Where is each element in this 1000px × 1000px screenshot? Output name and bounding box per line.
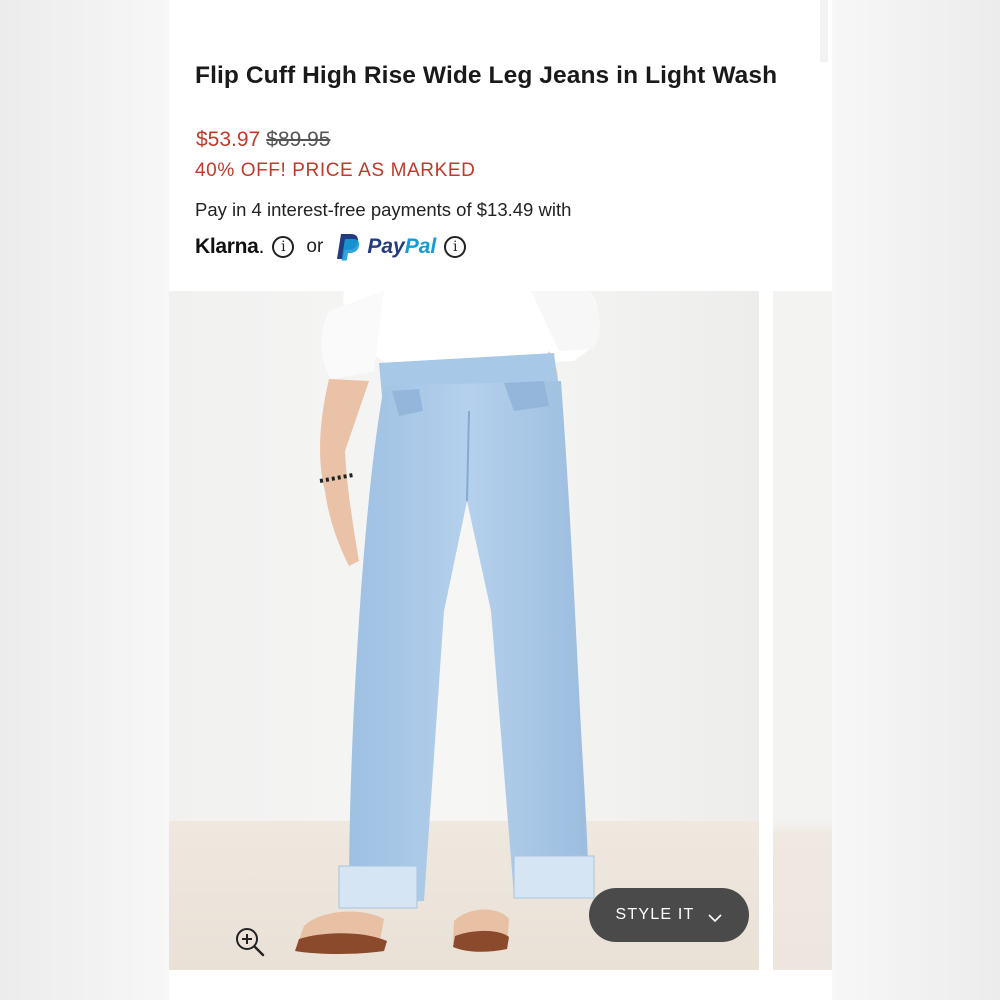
price-row: $53.97 $89.95 bbox=[196, 128, 330, 152]
sale-price: $53.97 bbox=[196, 128, 261, 151]
installments-text: Pay in 4 interest-free payments of $13.4… bbox=[195, 199, 572, 220]
chevron-down-icon bbox=[708, 910, 723, 923]
background-left bbox=[0, 0, 169, 1000]
background-right bbox=[832, 0, 1000, 1000]
or-text: or bbox=[306, 236, 324, 257]
product-image[interactable] bbox=[169, 291, 759, 970]
promo-text: 40% OFF! PRICE AS MARKED bbox=[195, 160, 476, 181]
scrollbar[interactable] bbox=[820, 0, 828, 62]
product-photo bbox=[169, 291, 759, 970]
info-icon[interactable]: i bbox=[444, 236, 467, 258]
info-icon-glyph: i bbox=[452, 239, 458, 255]
payment-options: Klarna. i or PayPal i bbox=[195, 231, 467, 263]
product-title: Flip Cuff High Rise Wide Leg Jeans in Li… bbox=[195, 62, 778, 89]
info-icon[interactable]: i bbox=[272, 236, 295, 258]
zoom-in-icon[interactable] bbox=[234, 926, 266, 958]
klarna-logo-dot: . bbox=[258, 235, 265, 258]
klarna-logo[interactable]: Klarna bbox=[195, 235, 259, 259]
paypal-icon bbox=[335, 233, 361, 261]
paypal-logo[interactable]: PayPal bbox=[367, 235, 436, 259]
info-icon-glyph: i bbox=[281, 239, 286, 255]
original-price: $89.95 bbox=[266, 128, 331, 151]
style-it-label: STYLE IT bbox=[615, 906, 695, 923]
paypal-logo-pay: Pay bbox=[367, 235, 405, 258]
paypal-logo-pal: Pal bbox=[404, 235, 437, 258]
next-image-peek[interactable] bbox=[773, 291, 832, 970]
style-it-button[interactable]: STYLE IT bbox=[589, 888, 749, 942]
